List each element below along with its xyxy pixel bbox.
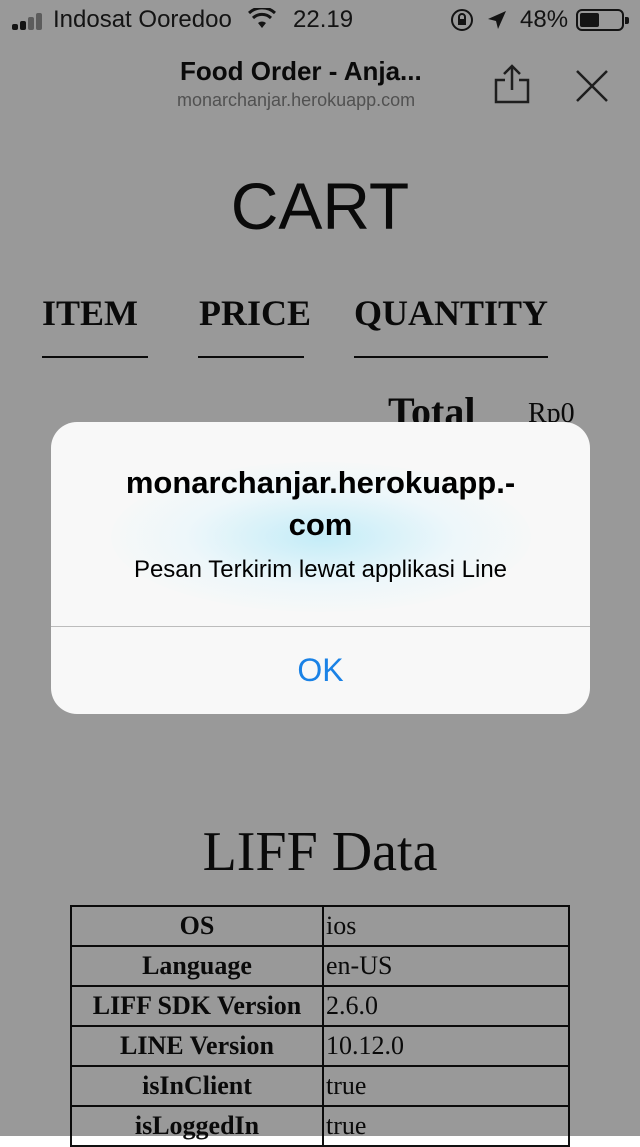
- ok-button[interactable]: OK: [51, 627, 590, 714]
- alert-message: Pesan Terkirim lewat applikasi Line: [133, 556, 508, 583]
- alert-title: monarchanjar.herokuapp.- com: [125, 465, 516, 542]
- alert-dialog: monarchanjar.herokuapp.- com Pesan Terkir…: [51, 422, 590, 714]
